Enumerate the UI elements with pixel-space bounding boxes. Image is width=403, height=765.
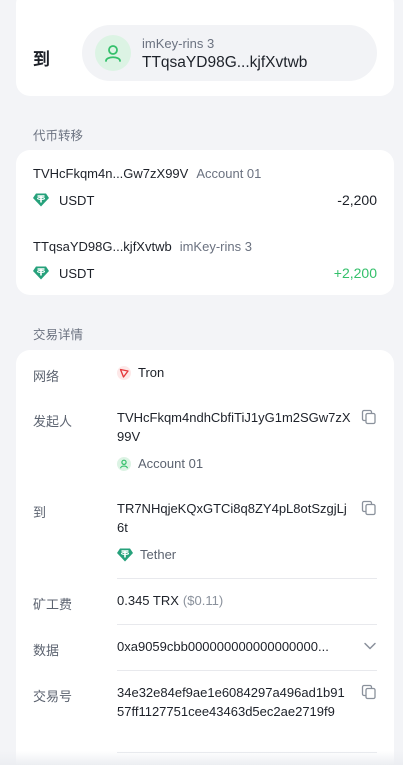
to-token-name: Tether: [140, 547, 177, 562]
transfer-amount-out: -2,200: [337, 192, 377, 208]
token-transfer-card: TVHcFkqm4n...Gw7zX99V Account 01 USDT -2,…: [16, 150, 394, 295]
divider: [117, 670, 377, 671]
tron-icon: [117, 366, 131, 381]
user-icon: [95, 35, 131, 71]
tether-icon: [117, 548, 133, 562]
copy-icon[interactable]: [361, 500, 377, 516]
tx-details-card: 网络 Tron 发起人 TVHcFkqm4ndhCbfiTiJ1yG1m2SGw…: [16, 350, 394, 765]
fee-fiat: ($0.11): [182, 593, 224, 608]
transfer-row-from: TVHcFkqm4n...Gw7zX99V Account 01 USDT -2,…: [33, 166, 377, 208]
recipient-card: 到 imKey-rins 3 TTqsaYD98G...kjfXvtwb: [16, 0, 394, 96]
recipient-name: imKey-rins 3: [142, 36, 215, 51]
network-label: 网络: [33, 369, 60, 384]
token-transfer-title: 代币转移: [33, 129, 84, 143]
txid-value: 34e32e84ef9ae1e6084297a496ad1b9157ff1127…: [117, 684, 377, 721]
from-label: 发起人: [33, 414, 73, 429]
from-account-badge: Account 01: [117, 455, 377, 474]
token-symbol: USDT: [59, 192, 95, 208]
txid-label: 交易号: [33, 689, 73, 704]
recipient-pill: imKey-rins 3 TTqsaYD98G...kjfXvtwb: [82, 25, 377, 81]
divider: [117, 578, 377, 579]
to-label: 到: [33, 50, 50, 69]
txid-hash: 34e32e84ef9ae1e6084297a496ad1b9157ff1127…: [117, 685, 345, 719]
fee-label: 矿工费: [33, 597, 73, 612]
chevron-down-icon[interactable]: [363, 641, 377, 651]
token-symbol: USDT: [59, 265, 95, 281]
divider: [117, 624, 377, 625]
transfer-address: TVHcFkqm4n...Gw7zX99V: [33, 166, 189, 181]
transfer-account: Account 01: [196, 166, 262, 181]
tether-icon: [33, 193, 49, 207]
copy-icon[interactable]: [361, 409, 377, 425]
data-label: 数据: [33, 643, 60, 658]
tx-details-title: 交易详情: [33, 328, 84, 342]
fee-amount: 0.345 TRX: [117, 593, 179, 608]
network-value: Tron: [117, 364, 377, 383]
data-value: 0xa9059cbb000000000000000000...: [117, 639, 329, 654]
data-row[interactable]: 0xa9059cbb000000000000000000...: [117, 638, 377, 657]
copy-icon[interactable]: [361, 684, 377, 700]
from-value: TVHcFkqm4ndhCbfiTiJ1yG1m2SGw7zX99V Accou…: [117, 409, 377, 474]
from-account-name: Account 01: [138, 456, 204, 471]
transfer-row-to: TTqsaYD98G...kjfXvtwb imKey-rins 3 USDT +…: [33, 239, 377, 281]
to-address: TR7NHqjeKQxGTCi8q8ZY4pL8otSzgjLj6t: [117, 501, 347, 535]
to-label-detail: 到: [33, 505, 47, 520]
recipient-address: TTqsaYD98G...kjfXvtwb: [142, 54, 308, 71]
tether-icon: [33, 266, 49, 280]
from-address: TVHcFkqm4ndhCbfiTiJ1yG1m2SGw7zX99V: [117, 410, 351, 444]
fee-value: 0.345 TRX ($0.11): [117, 592, 377, 611]
bottom-fade: [0, 751, 403, 765]
network-name: Tron: [138, 365, 165, 380]
to-value: TR7NHqjeKQxGTCi8q8ZY4pL8otSzgjLj6t Tethe…: [117, 500, 377, 565]
transfer-amount-in: +2,200: [333, 265, 377, 281]
transfer-account: imKey-rins 3: [179, 239, 252, 254]
user-icon: [117, 457, 131, 472]
to-token-badge: Tether: [117, 546, 377, 565]
transfer-address: TTqsaYD98G...kjfXvtwb: [33, 239, 172, 254]
